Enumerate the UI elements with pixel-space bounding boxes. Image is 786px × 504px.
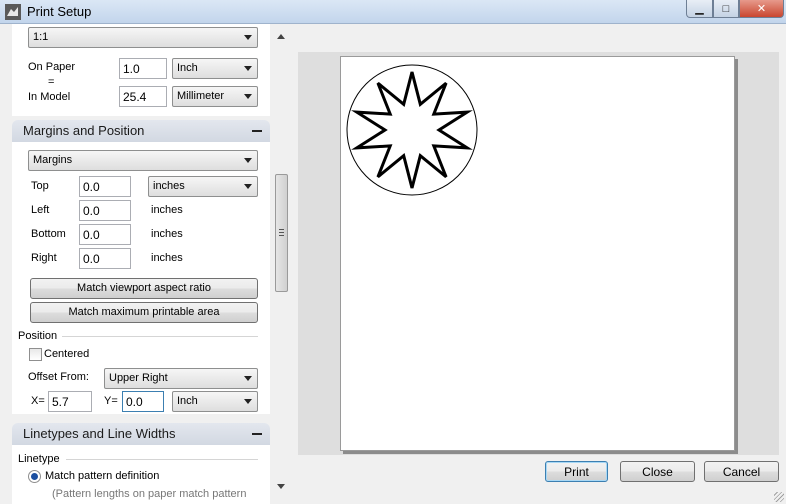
on-paper-unit-value: Inch: [177, 62, 198, 74]
bottom-margin-label: Bottom: [31, 228, 66, 240]
offset-from-select[interactable]: Upper Right: [104, 368, 258, 389]
in-model-label: In Model: [28, 91, 71, 103]
margin-units-select[interactable]: inches: [148, 176, 258, 197]
resize-grip[interactable]: [774, 492, 784, 502]
x-offset-input[interactable]: 5.7: [48, 391, 92, 412]
linetypes-section: Linetype Match pattern definition (Patte…: [12, 445, 270, 504]
offset-unit-select[interactable]: Inch: [172, 391, 258, 412]
margins-section: Margins Top 0.0 inches Left 0.0 inches B…: [12, 142, 270, 414]
margins-section-title: Margins and Position: [23, 123, 145, 138]
collapse-icon[interactable]: [252, 433, 262, 435]
centered-label: Centered: [44, 348, 90, 360]
maximize-icon: □: [722, 2, 730, 15]
match-pattern-radio[interactable]: [28, 470, 41, 483]
in-model-input[interactable]: 25.4: [119, 86, 167, 107]
title-bar: Print Setup ▁ □ ✕: [0, 0, 786, 24]
collapse-icon[interactable]: [252, 130, 262, 132]
in-model-unit-value: Millimeter: [177, 90, 225, 102]
chevron-down-icon: [244, 35, 252, 40]
scale-select-value: 1:1: [33, 31, 49, 43]
bottom-margin-units: inches: [151, 228, 183, 240]
linetype-group-label: Linetype: [18, 453, 60, 465]
print-preview: [298, 52, 779, 455]
offset-unit-value: Inch: [177, 395, 198, 407]
margins-section-header[interactable]: Margins and Position: [12, 120, 270, 142]
minimize-button[interactable]: ▁: [686, 0, 713, 18]
scroll-down-icon[interactable]: [277, 484, 285, 489]
rhino-icon: [5, 4, 21, 20]
in-model-unit-select[interactable]: Millimeter: [172, 86, 258, 107]
minimize-icon: ▁: [695, 3, 704, 15]
chevron-down-icon: [244, 66, 252, 71]
close-window-button[interactable]: ✕: [739, 0, 784, 18]
chevron-down-icon: [244, 376, 252, 381]
linetype-divider: [66, 459, 258, 460]
on-paper-unit-select[interactable]: Inch: [172, 58, 258, 79]
right-margin-units: inches: [151, 252, 183, 264]
grip-line: [279, 235, 284, 236]
settings-scrollbar[interactable]: [274, 28, 289, 494]
y-offset-label: Y=: [104, 395, 118, 407]
right-margin-input[interactable]: 0.0: [79, 248, 131, 269]
close-icon: ✕: [756, 3, 767, 15]
right-margin-label: Right: [31, 252, 57, 264]
settings-panel: 1:1 On Paper = In Model 1.0 Inch 25.4 Mi…: [6, 24, 270, 504]
scroll-up-icon[interactable]: [277, 34, 285, 39]
left-margin-label: Left: [31, 204, 50, 216]
match-pattern-label: Match pattern definition: [45, 470, 160, 482]
centered-checkbox[interactable]: [29, 348, 42, 361]
left-margin-units: inches: [151, 204, 183, 216]
bottom-margin-input[interactable]: 0.0: [79, 224, 131, 245]
position-divider: [62, 336, 258, 337]
pattern-note: (Pattern lengths on paper match pattern: [52, 488, 247, 500]
x-offset-label: X=: [31, 395, 45, 407]
top-margin-label: Top: [31, 180, 49, 192]
chevron-down-icon: [244, 94, 252, 99]
scale-select[interactable]: 1:1: [28, 27, 258, 48]
left-margin-input[interactable]: 0.0: [79, 200, 131, 221]
linetypes-section-title: Linetypes and Line Widths: [23, 426, 176, 441]
margins-mode-value: Margins: [33, 154, 73, 166]
grip-line: [279, 232, 284, 233]
offset-from-value: Upper Right: [109, 372, 168, 384]
close-button[interactable]: Close: [620, 461, 695, 482]
chevron-down-icon: [244, 184, 252, 189]
dialog-body: 1:1 On Paper = In Model 1.0 Inch 25.4 Mi…: [0, 24, 786, 504]
radio-dot: [31, 473, 38, 480]
y-offset-input[interactable]: 0.0: [122, 391, 164, 412]
print-button[interactable]: Print: [545, 461, 608, 482]
linetypes-section-header[interactable]: Linetypes and Line Widths: [12, 423, 270, 445]
grip-line: [279, 229, 284, 230]
window-title: Print Setup: [27, 4, 92, 19]
margins-mode-select[interactable]: Margins: [28, 150, 258, 171]
chevron-down-icon: [244, 399, 252, 404]
star-in-circle-drawing: [346, 64, 478, 196]
match-max-printable-button[interactable]: Match maximum printable area: [30, 302, 258, 323]
maximize-button[interactable]: □: [713, 0, 739, 18]
top-margin-input[interactable]: 0.0: [79, 176, 131, 197]
scrollbar-thumb[interactable]: [275, 174, 288, 292]
preview-paper: [340, 56, 735, 451]
match-viewport-button[interactable]: Match viewport aspect ratio: [30, 278, 258, 299]
chevron-down-icon: [244, 158, 252, 163]
position-group-label: Position: [18, 330, 58, 342]
scale-section: 1:1 On Paper = In Model 1.0 Inch 25.4 Mi…: [12, 24, 270, 116]
cancel-button[interactable]: Cancel: [704, 461, 779, 482]
offset-from-label: Offset From:: [28, 371, 89, 383]
margin-units-value: inches: [153, 180, 185, 192]
on-paper-input[interactable]: 1.0: [119, 58, 167, 79]
on-paper-label: On Paper: [28, 61, 76, 73]
equals-label: =: [48, 76, 55, 88]
